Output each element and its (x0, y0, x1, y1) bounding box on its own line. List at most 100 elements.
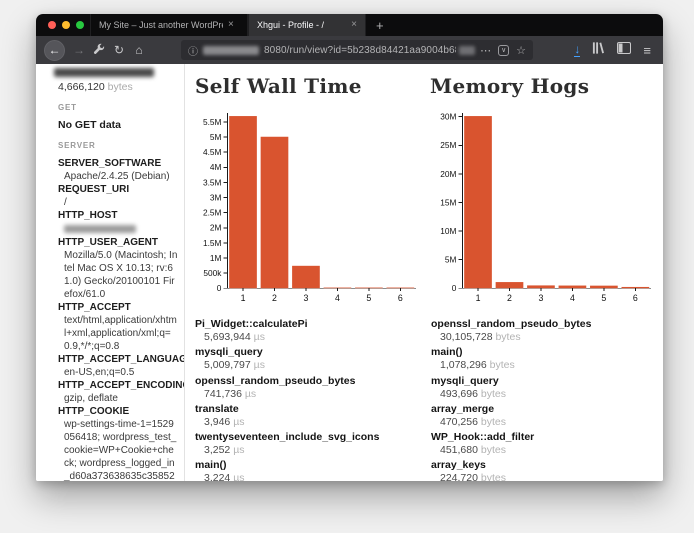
x-tick-label: 5 (601, 293, 606, 303)
desktop-background: My Site – Just another WordPress s × Xhg… (0, 0, 694, 533)
function-name-link[interactable]: main() (431, 346, 655, 359)
chart-bar[interactable] (559, 286, 587, 289)
function-name-link[interactable]: openssl_random_pseudo_bytes (431, 318, 655, 331)
close-window-button[interactable] (48, 21, 56, 29)
x-tick-label: 4 (570, 293, 575, 303)
y-tick-label: 0 (452, 283, 457, 293)
x-tick-label: 1 (476, 293, 481, 303)
function-name-link[interactable]: Pi_Widget::calculatePi (195, 318, 420, 331)
x-tick-label: 2 (272, 293, 277, 303)
function-name-link[interactable]: openssl_random_pseudo_bytes (195, 375, 420, 388)
minimize-window-button[interactable] (62, 21, 70, 29)
server-key: HTTP_HOST (58, 209, 178, 222)
wall-time-function-list: Pi_Widget::calculatePi5,693,944 µsmysqli… (195, 318, 420, 481)
server-value: text/html,application/xhtml+xml,applicat… (58, 314, 178, 353)
new-tab-button[interactable]: + (366, 14, 394, 36)
server-value: Apache/2.4.25 (Debian) (58, 170, 178, 183)
memory-function-list: openssl_random_pseudo_bytes30,105,728 by… (430, 318, 655, 481)
function-value: 5,009,797 µs (195, 359, 420, 372)
chart-bar[interactable] (464, 116, 492, 288)
function-name-link[interactable]: mysqli_query (195, 346, 420, 359)
function-name-link[interactable]: main() (195, 459, 420, 472)
list-item: translate3,946 µs (195, 403, 420, 429)
function-name-link[interactable]: array_merge (431, 403, 655, 416)
tab-close-icon[interactable]: × (228, 20, 234, 30)
server-value: / (58, 196, 178, 209)
function-value: 493,696 bytes (431, 388, 655, 401)
forward-icon[interactable]: → (69, 44, 89, 56)
memory-total: 4,666,120 bytes (58, 81, 178, 95)
tab-close-icon[interactable]: × (351, 20, 357, 30)
zoom-window-button[interactable] (76, 21, 84, 29)
chart-bar[interactable] (324, 288, 352, 289)
chart-bar[interactable] (496, 282, 524, 288)
chart-bar[interactable] (527, 285, 555, 288)
value-unit: µs (254, 331, 265, 343)
bookmark-star-icon[interactable]: ☆ (516, 44, 526, 57)
site-info-icon[interactable]: ⓘ (188, 43, 198, 58)
back-button[interactable]: ← (44, 40, 65, 61)
y-tick-label: 30M (440, 112, 456, 122)
chart-bar[interactable] (229, 116, 257, 288)
home-icon[interactable]: ⌂ (129, 44, 149, 56)
sidebar-toggle-icon[interactable] (617, 41, 631, 59)
function-name-link[interactable]: translate (195, 403, 420, 416)
chart-bar[interactable] (590, 286, 618, 289)
x-tick-label: 3 (538, 293, 543, 303)
list-item: array_keys224,720 bytes (431, 459, 655, 481)
list-item: Pi_Widget::calculatePi5,693,944 µs (195, 318, 420, 344)
y-tick-label: 1M (210, 253, 222, 263)
function-value: 5,693,944 µs (195, 331, 420, 344)
menu-icon[interactable]: ≡ (643, 44, 651, 57)
y-tick-label: 15M (440, 197, 456, 207)
tab-my-site[interactable]: My Site – Just another WordPress s × (90, 14, 248, 36)
server-key: HTTP_USER_AGENT (58, 236, 178, 249)
tab-xhgui-profile[interactable]: Xhgui - Profile - / × (248, 14, 366, 36)
function-name-link[interactable]: WP_Hook::add_filter (431, 431, 655, 444)
no-get-data-label: No GET data (58, 119, 178, 133)
x-tick-label: 5 (366, 293, 371, 303)
function-value: 3,252 µs (195, 444, 420, 457)
memory-hogs-title: Memory Hogs (430, 74, 655, 98)
value-number: 470,256 (440, 416, 481, 428)
url-bar[interactable]: ⓘ 8080/run/view?id=5b238d84421aa9004b680… (181, 40, 533, 60)
chart-bar[interactable] (261, 137, 289, 288)
chart-bar[interactable] (622, 287, 650, 288)
memory-column: Memory Hogs 05M10M15M20M25M30M123456 ope… (430, 72, 655, 481)
value-unit: bytes (495, 331, 520, 343)
page-content: 4,666,120 bytes GET No GET data SERVER S… (36, 64, 663, 481)
tab-title: Xhgui - Profile - / (257, 20, 346, 30)
tab-title: My Site – Just another WordPress s (99, 20, 223, 30)
y-tick-label: 25M (440, 140, 456, 150)
function-name-link[interactable]: mysqli_query (431, 375, 655, 388)
server-key: HTTP_COOKIE (58, 405, 178, 418)
library-icon[interactable] (592, 41, 605, 59)
server-value: gzip, deflate (58, 392, 178, 405)
value-unit: µs (233, 416, 244, 428)
back-icon: ← (49, 43, 61, 57)
list-item: openssl_random_pseudo_bytes30,105,728 by… (431, 318, 655, 344)
value-number: 3,224 (204, 472, 233, 481)
y-tick-label: 4M (210, 162, 222, 172)
function-name-link[interactable]: array_keys (431, 459, 655, 472)
page-actions-icon[interactable]: ⋯ (480, 44, 491, 57)
list-item: twentyseventeen_include_svg_icons3,252 µ… (195, 431, 420, 457)
value-unit: bytes (490, 359, 515, 371)
downloads-icon[interactable]: ↓ (574, 43, 580, 57)
y-tick-label: 5.5M (203, 117, 222, 127)
value-unit: µs (233, 472, 244, 481)
pocket-icon[interactable]: ∨ (498, 45, 509, 56)
reload-icon[interactable]: ↻ (109, 44, 129, 56)
server-key: HTTP_ACCEPT (58, 301, 178, 314)
y-tick-label: 10M (440, 226, 456, 236)
chart-bar[interactable] (292, 266, 320, 288)
wrench-icon[interactable] (89, 43, 109, 57)
y-tick-label: 0 (217, 283, 222, 293)
value-number: 451,680 (440, 444, 481, 456)
value-number: 30,105,728 (440, 331, 495, 343)
function-name-link[interactable]: twentyseventeen_include_svg_icons (195, 431, 420, 444)
y-tick-label: 3M (210, 192, 222, 202)
chart-bar[interactable] (355, 288, 383, 289)
x-tick-label: 6 (398, 293, 403, 303)
chart-bar[interactable] (387, 288, 415, 289)
